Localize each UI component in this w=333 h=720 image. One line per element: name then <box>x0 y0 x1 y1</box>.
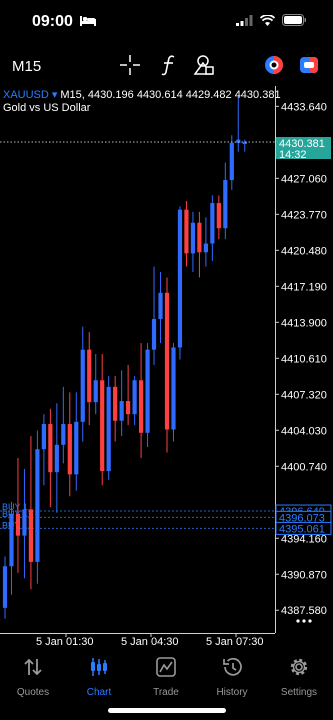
candle-body <box>164 292 170 430</box>
candle-body <box>41 424 46 450</box>
candle-body <box>203 243 208 253</box>
tab-quotes-label: Quotes <box>16 687 50 698</box>
trade-panel-icon[interactable] <box>298 54 320 76</box>
candle-body <box>9 513 14 567</box>
history-icon <box>223 658 242 676</box>
one-click-trading-icon[interactable] <box>263 54 285 76</box>
candle-body <box>197 222 202 253</box>
price-tick-label: 4427.060 <box>281 173 327 185</box>
signal-icon <box>236 14 253 26</box>
price-tick-label: 4413.900 <box>281 317 327 329</box>
settings-icon <box>290 658 308 676</box>
candle-body <box>138 380 144 433</box>
price-tick-label: 4433.640 <box>281 101 327 113</box>
quotes-icon <box>24 658 42 676</box>
price-tick-label: 4423.770 <box>281 209 327 221</box>
status-time: 09:00 <box>32 13 73 30</box>
tab-trade-label: Trade <box>153 687 179 698</box>
price-chart[interactable]: BUY 1 BUY 1 BUY 1 4433.640 4427.060 4423.770… <box>0 86 333 651</box>
candle-body <box>210 203 215 244</box>
candle-body <box>2 566 8 608</box>
candle-body <box>54 444 59 473</box>
crosshair-icon[interactable] <box>119 54 141 76</box>
tab-chart[interactable]: Chart <box>66 656 132 698</box>
candle-body <box>28 509 34 562</box>
candle-body <box>100 380 105 472</box>
symbol-label[interactable]: XAUUSD <box>3 89 49 101</box>
price-tick-label: 4387.580 <box>281 605 327 617</box>
wifi-icon <box>260 14 275 26</box>
battery-icon <box>282 14 306 26</box>
price-tick-label: 4404.030 <box>281 425 327 437</box>
tab-chart-label: Chart <box>86 687 112 698</box>
time-axis-label: 5 Jan 04:30 <box>121 636 179 648</box>
candle-body <box>22 509 27 536</box>
candle-body <box>80 349 85 422</box>
time-axis-label: 5 Jan 01:30 <box>36 636 94 648</box>
price-tick-label: 4417.190 <box>281 281 327 293</box>
chart-toolbar: M15 <box>0 44 333 86</box>
trade-icon <box>156 657 176 677</box>
symbol-description: Gold vs US Dollar <box>3 102 91 114</box>
candle-body <box>48 424 53 473</box>
candle-body <box>35 449 40 562</box>
candle-body <box>177 209 183 348</box>
candle-body <box>158 292 163 320</box>
chart-symbol-info: XAUUSD ▾ M15, 4430.196 4430.614 4429.482 4… <box>3 89 281 101</box>
time-axis-label: 5 Jan 07:30 <box>206 636 264 648</box>
status-bar: 09:00 <box>0 0 333 44</box>
candle-body <box>126 401 131 415</box>
candle-body <box>119 401 124 421</box>
price-tick-label: 4390.870 <box>281 569 327 581</box>
tab-quotes[interactable]: Quotes <box>0 656 66 698</box>
countdown-label: 14:32 <box>279 149 307 161</box>
candle-body <box>113 386 118 421</box>
objects-icon[interactable] <box>192 54 216 76</box>
ohlc-info: M15, 4430.196 4430.614 4429.482 4430.381 <box>60 89 280 101</box>
price-tick-label: 4407.320 <box>281 389 327 401</box>
price-tick-label: 4420.480 <box>281 245 327 257</box>
tab-history[interactable]: History <box>199 656 265 698</box>
price-tick-label: 4410.610 <box>281 353 327 365</box>
candle-body <box>132 380 137 415</box>
current-price-tag: 4430.381 14:32 <box>276 137 331 161</box>
symbol-dropdown-icon[interactable]: ▾ <box>52 89 58 101</box>
tab-history-label: History <box>216 687 248 698</box>
bed-icon <box>80 16 96 26</box>
more-options-icon[interactable] <box>296 619 312 623</box>
price-tick-label: 4400.740 <box>281 461 327 473</box>
candle-body <box>151 319 157 350</box>
candle-body <box>190 222 196 254</box>
candle-body <box>223 180 228 229</box>
chart-canvas[interactable]: BUY 1BUY 1BUY 1 4433.6404427.0604423.770… <box>0 86 333 651</box>
candle-body <box>145 349 150 433</box>
candle-body <box>87 349 92 403</box>
home-indicator <box>108 708 226 713</box>
candle-body <box>171 347 176 430</box>
candle-body <box>106 386 111 472</box>
candle-body <box>74 421 79 475</box>
candle-body <box>93 380 98 403</box>
timeframe-button[interactable]: M15 <box>12 58 41 75</box>
chart-icon <box>91 658 107 676</box>
candle-body <box>15 513 21 536</box>
indicators-icon[interactable] <box>159 54 179 76</box>
tab-settings[interactable]: Settings <box>266 656 332 698</box>
candle-body <box>61 424 66 445</box>
candle-body <box>229 142 234 181</box>
buy-price-label: 4395.061 <box>279 523 325 535</box>
tab-trade[interactable]: Trade <box>133 656 199 698</box>
tab-settings-label: Settings <box>280 687 318 698</box>
candle-body <box>216 203 221 229</box>
candle-body <box>67 424 72 475</box>
candle-body <box>184 209 189 254</box>
